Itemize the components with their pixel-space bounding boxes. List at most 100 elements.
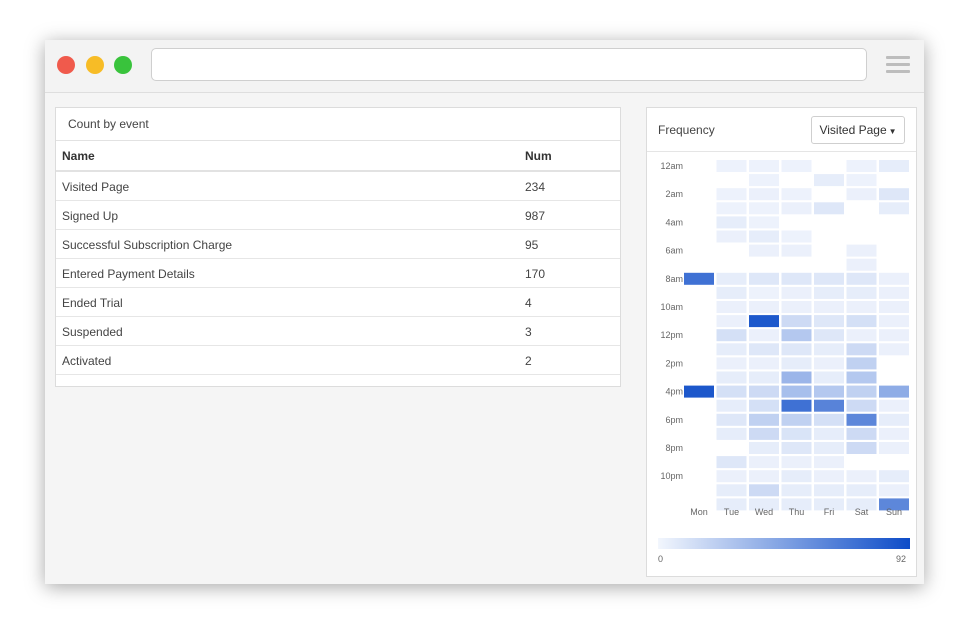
heatmap-cell (814, 286, 844, 299)
heatmap-cell (846, 371, 877, 384)
heatmap-cell (781, 188, 812, 201)
heatmap-cell (716, 371, 747, 384)
heatmap-cell (781, 484, 812, 497)
heatmap-cell (814, 371, 844, 384)
color-scale-bar (658, 538, 910, 549)
minimize-window-button[interactable] (86, 56, 104, 74)
heatmap-cell (749, 343, 779, 356)
heatmap-cell (749, 427, 779, 440)
heatmap-cell (749, 286, 779, 299)
day-tick-label: Tue (724, 507, 739, 517)
heatmap-cell (749, 272, 779, 285)
heatmap-cell (716, 160, 747, 172)
heatmap-cell (879, 484, 909, 497)
heatmap-cell (814, 456, 844, 469)
column-header-name: Name (62, 149, 95, 163)
hour-tick-label: 6am (665, 246, 683, 256)
heatmap-cell (716, 286, 747, 299)
heatmap-cell (814, 427, 844, 440)
heatmap-cell (716, 272, 747, 285)
event-count: 170 (525, 267, 546, 281)
hamburger-menu-icon[interactable] (886, 54, 910, 76)
heatmap-cell (879, 315, 909, 328)
event-count: 4 (525, 296, 532, 310)
heatmap-cell (781, 343, 812, 356)
event-name: Visited Page (62, 180, 130, 194)
heatmap-cell (879, 160, 909, 172)
maximize-window-button[interactable] (114, 56, 132, 74)
heatmap-cell (716, 357, 747, 370)
heatmap-cell (781, 371, 812, 384)
heatmap-cell (716, 329, 747, 342)
event-count: 234 (525, 180, 546, 194)
address-bar[interactable] (151, 48, 867, 81)
heatmap-cell (846, 315, 877, 328)
count-by-event-panel: Count by event Name Num Visited Page 234 S… (55, 107, 621, 387)
hour-tick-label: 2am (665, 189, 683, 199)
heatmap-cell (716, 385, 747, 398)
table-row: Activated 2 (56, 346, 620, 375)
heatmap-cell (814, 272, 844, 285)
day-tick-label: Mon (690, 507, 708, 517)
heatmap-cell (814, 399, 844, 412)
heatmap-cell (781, 442, 812, 454)
heatmap-cell (781, 301, 812, 313)
close-window-button[interactable] (57, 56, 75, 74)
heatmap-cell (814, 413, 844, 426)
heatmap-cell (749, 484, 779, 497)
heatmap-cell (749, 456, 779, 469)
heatmap-cell (781, 427, 812, 440)
hour-tick-label: 10am (660, 302, 683, 312)
heatmap-cell (749, 174, 779, 187)
heatmap-cell (781, 357, 812, 370)
heatmap-cell (814, 202, 844, 215)
hour-tick-label: 12pm (660, 330, 683, 340)
heatmap-cell (781, 160, 812, 172)
heatmap-cell (749, 160, 779, 172)
event-name: Successful Subscription Charge (62, 238, 233, 252)
heatmap-cell (781, 202, 812, 215)
heatmap-cell (814, 315, 844, 328)
heatmap-cell (814, 484, 844, 497)
heatmap-cell (716, 315, 747, 328)
column-header-num: Num (525, 149, 552, 163)
heatmap-cell (749, 188, 779, 201)
day-tick-label: Sun (886, 507, 902, 517)
heatmap-cell (879, 385, 909, 398)
heatmap-cell (879, 272, 909, 285)
heatmap-cell (879, 343, 909, 356)
event-name: Ended Trial (62, 296, 123, 310)
heatmap-cell (781, 329, 812, 342)
day-tick-label: Wed (755, 507, 773, 517)
heatmap-cell (781, 244, 812, 257)
heatmap-cell (846, 286, 877, 299)
heatmap-cell (846, 357, 877, 370)
heatmap-cell (879, 329, 909, 342)
day-tick-label: Fri (824, 507, 835, 517)
scale-min-label: 0 (658, 554, 663, 564)
heatmap-cell (749, 399, 779, 412)
heatmap-cell (716, 456, 747, 469)
event-name: Signed Up (62, 209, 119, 223)
heatmap-cell (846, 484, 877, 497)
heatmap-cell (846, 301, 877, 313)
heatmap-cell (781, 470, 812, 483)
table-row: Signed Up 987 (56, 201, 620, 230)
heatmap-cell (716, 413, 747, 426)
scale-max-label: 92 (896, 554, 906, 564)
heatmap-cell (846, 343, 877, 356)
hour-tick-label: 8pm (665, 443, 683, 453)
heatmap-cell (846, 258, 877, 271)
event-count: 987 (525, 209, 546, 223)
heatmap-cell (749, 357, 779, 370)
heatmap-cell (749, 301, 779, 313)
event-count: 95 (525, 238, 539, 252)
count-panel-title: Count by event (56, 108, 620, 141)
event-name: Suspended (62, 325, 123, 339)
heatmap-cell (749, 216, 779, 229)
heatmap-cell (781, 385, 812, 398)
heatmap-cell (684, 272, 714, 285)
heatmap-cell (684, 385, 714, 398)
heatmap-cell (716, 343, 747, 356)
heatmap-cell (879, 427, 909, 440)
